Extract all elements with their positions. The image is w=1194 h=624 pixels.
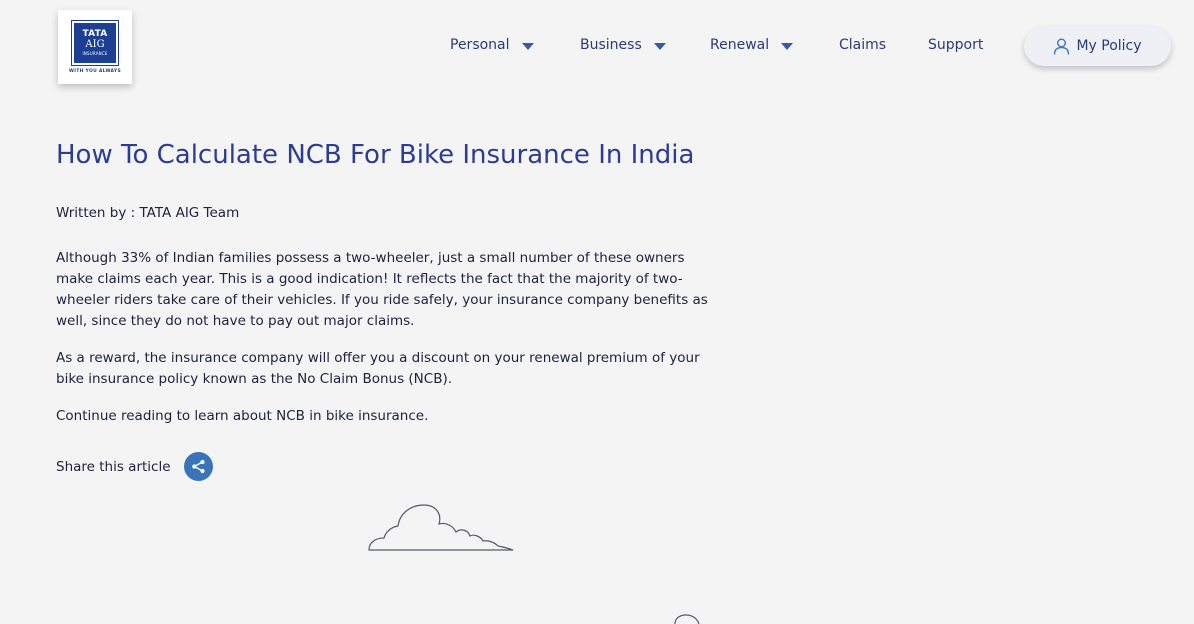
logo-kind-text: INSURANCE [82, 50, 108, 56]
user-icon [1054, 38, 1070, 55]
chevron-down-icon [653, 42, 666, 50]
my-policy-button[interactable]: My Policy [1024, 26, 1171, 66]
logo-sub-text: AIG [85, 38, 105, 50]
article-paragraph-2: As a reward, the insurance company will … [56, 350, 700, 387]
share-button[interactable] [183, 452, 213, 481]
share-section: Share this article [56, 452, 213, 481]
bottom-illustration [674, 614, 700, 624]
logo-brand-text: TATA [82, 28, 108, 39]
nav-renewal-label: Renewal [710, 37, 770, 53]
share-icon [191, 459, 205, 474]
logo-tagline: WITH YOU ALWAYS [69, 68, 121, 74]
nav-personal[interactable]: Personal [450, 37, 534, 53]
my-policy-label: My Policy [1076, 38, 1142, 54]
article-author: Written by : TATA AIG Team [56, 205, 240, 221]
nav-personal-label: Personal [450, 37, 510, 53]
cloud-illustration [368, 504, 514, 551]
article-paragraph-3: Continue reading to learn about NCB in b… [56, 408, 429, 424]
nav-renewal[interactable]: Renewal [710, 37, 794, 53]
brand-logo[interactable]: TATA AIG INSURANCE WITH YOU ALWAYS [58, 10, 132, 84]
article-title: How To Calculate NCB For Bike Insurance … [56, 140, 695, 170]
chevron-down-icon [781, 42, 794, 50]
logo-mark: TATA AIG INSURANCE [71, 19, 119, 66]
share-label: Share this article [56, 458, 171, 475]
article-paragraph-1: Although 33% of Indian families possess … [56, 250, 708, 329]
nav-claims-label: Claims [839, 37, 887, 53]
chevron-down-icon [521, 42, 534, 50]
nav-business-label: Business [580, 37, 642, 53]
nav-support[interactable]: Support [928, 37, 983, 53]
nav-business[interactable]: Business [580, 37, 666, 53]
nav-claims[interactable]: Claims [839, 37, 886, 53]
nav-support-label: Support [928, 37, 984, 53]
